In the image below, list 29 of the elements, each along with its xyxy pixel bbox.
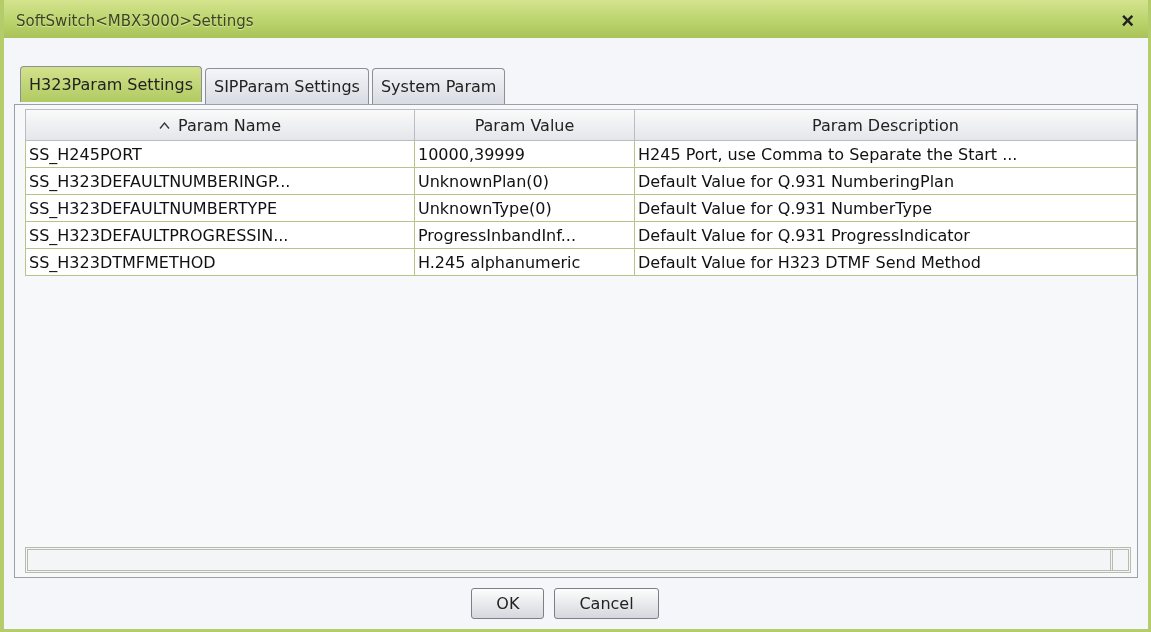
table-cell: H245 Port, use Comma to Separate the Start ... xyxy=(635,141,1137,168)
column-label: Param Name xyxy=(178,115,281,135)
table-cell: SS_H323DEFAULTPROGRESSIN... xyxy=(25,222,415,249)
column-label: Param Value xyxy=(474,115,575,135)
cancel-button[interactable]: Cancel xyxy=(554,588,659,619)
table-cell: Default Value for Q.931 NumberType xyxy=(635,195,1137,222)
ok-button[interactable]: OK xyxy=(471,588,545,619)
table-cell: UnknownType(0) xyxy=(415,195,635,222)
table-cell: H.245 alphanumeric xyxy=(415,249,635,276)
window-title: SoftSwitch<MBX3000>Settings xyxy=(16,12,254,30)
table-cell: SS_H245PORT xyxy=(25,141,415,168)
column-label: Param Description xyxy=(812,115,959,135)
table-cell: SS_H323DEFAULTNUMBERTYPE xyxy=(25,195,415,222)
table-cell: Default Value for H323 DTMF Send Method xyxy=(635,249,1137,276)
column-header[interactable]: Param Description xyxy=(635,109,1137,141)
tab[interactable]: H323Param Settings xyxy=(20,66,202,102)
table-cell: SS_H323DTMFMETHOD xyxy=(25,249,415,276)
table-cell: 10000,39999 xyxy=(415,141,635,168)
column-header[interactable]: Param Name xyxy=(25,109,415,141)
table-cell: Default Value for Q.931 NumberingPlan xyxy=(635,168,1137,195)
table-cell: Default Value for Q.931 ProgressIndicator xyxy=(635,222,1137,249)
table-cell: UnknownPlan(0) xyxy=(415,168,635,195)
close-button[interactable]: × xyxy=(1117,8,1138,34)
table-cell: SS_H323DEFAULTNUMBERINGP... xyxy=(25,168,415,195)
tab[interactable]: SIPParam Settings xyxy=(205,68,369,104)
column-header[interactable]: Param Value xyxy=(415,109,635,141)
horizontal-scrollbar[interactable] xyxy=(25,547,1131,573)
table-cell: ProgressInbandInf... xyxy=(415,222,635,249)
tab[interactable]: System Param xyxy=(371,68,506,104)
